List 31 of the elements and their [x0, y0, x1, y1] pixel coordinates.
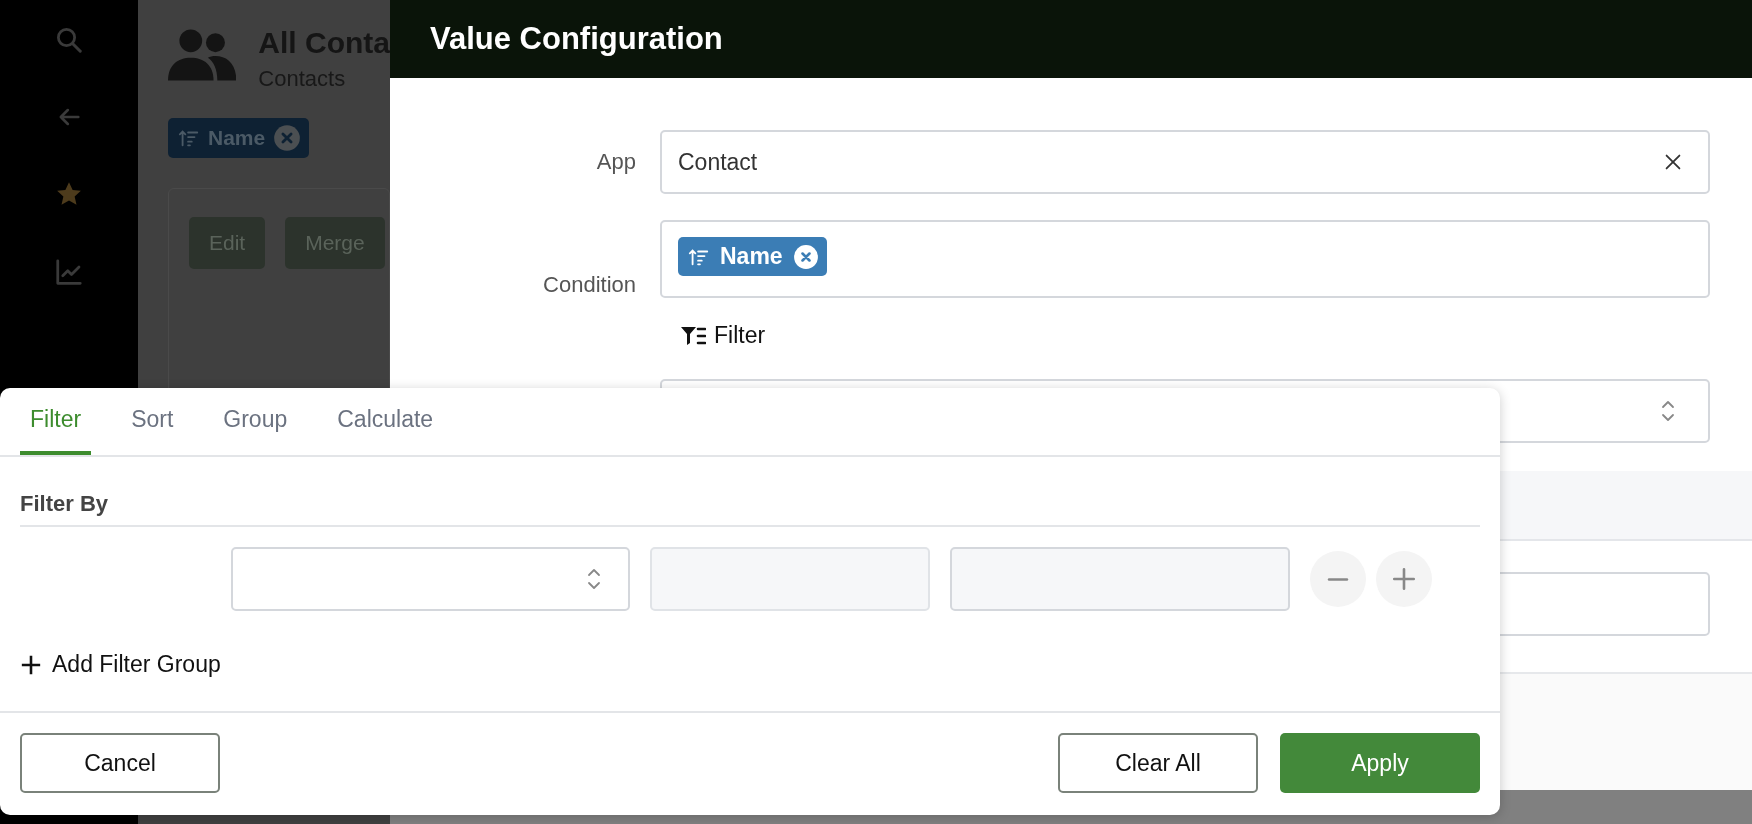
remove-icon[interactable] [273, 124, 302, 152]
dialog-title: Value Configuration [430, 21, 723, 57]
plus-icon [20, 653, 42, 676]
section-title: Filter By [20, 491, 109, 516]
field-label: Condition [542, 272, 636, 298]
condition-field[interactable]: Name [660, 220, 1710, 298]
operator-field[interactable] [650, 547, 930, 611]
tab[interactable]: Group [213, 388, 298, 455]
plus-icon [1391, 566, 1417, 592]
tab[interactable]: Calculate [327, 388, 444, 455]
chevron-updown-icon [586, 566, 602, 592]
minus-icon [1327, 577, 1349, 581]
line-chart-icon[interactable] [54, 257, 84, 287]
field-select[interactable] [231, 547, 630, 611]
apply-button[interactable]: Apply [1280, 733, 1480, 793]
search-icon[interactable] [54, 25, 84, 55]
tab[interactable]: Sort [121, 388, 184, 455]
remove-icon[interactable] [792, 243, 819, 270]
filter-link[interactable]: Filter [660, 322, 766, 349]
value-field[interactable] [950, 547, 1290, 611]
tab[interactable]: Filter [20, 388, 92, 455]
add-filter-group-link[interactable]: Add Filter Group [20, 651, 221, 678]
sort-chip[interactable]: Name [678, 237, 827, 276]
footer-button[interactable]: Cancel [20, 733, 220, 793]
app-field[interactable]: Contact [660, 130, 1710, 194]
people-icon [168, 26, 237, 84]
chevron-updown-icon [1660, 398, 1676, 424]
field-label: App [595, 149, 636, 175]
sort-icon [178, 127, 200, 149]
filter-icon [680, 324, 706, 347]
footer-button[interactable]: Clear All [1058, 733, 1258, 793]
